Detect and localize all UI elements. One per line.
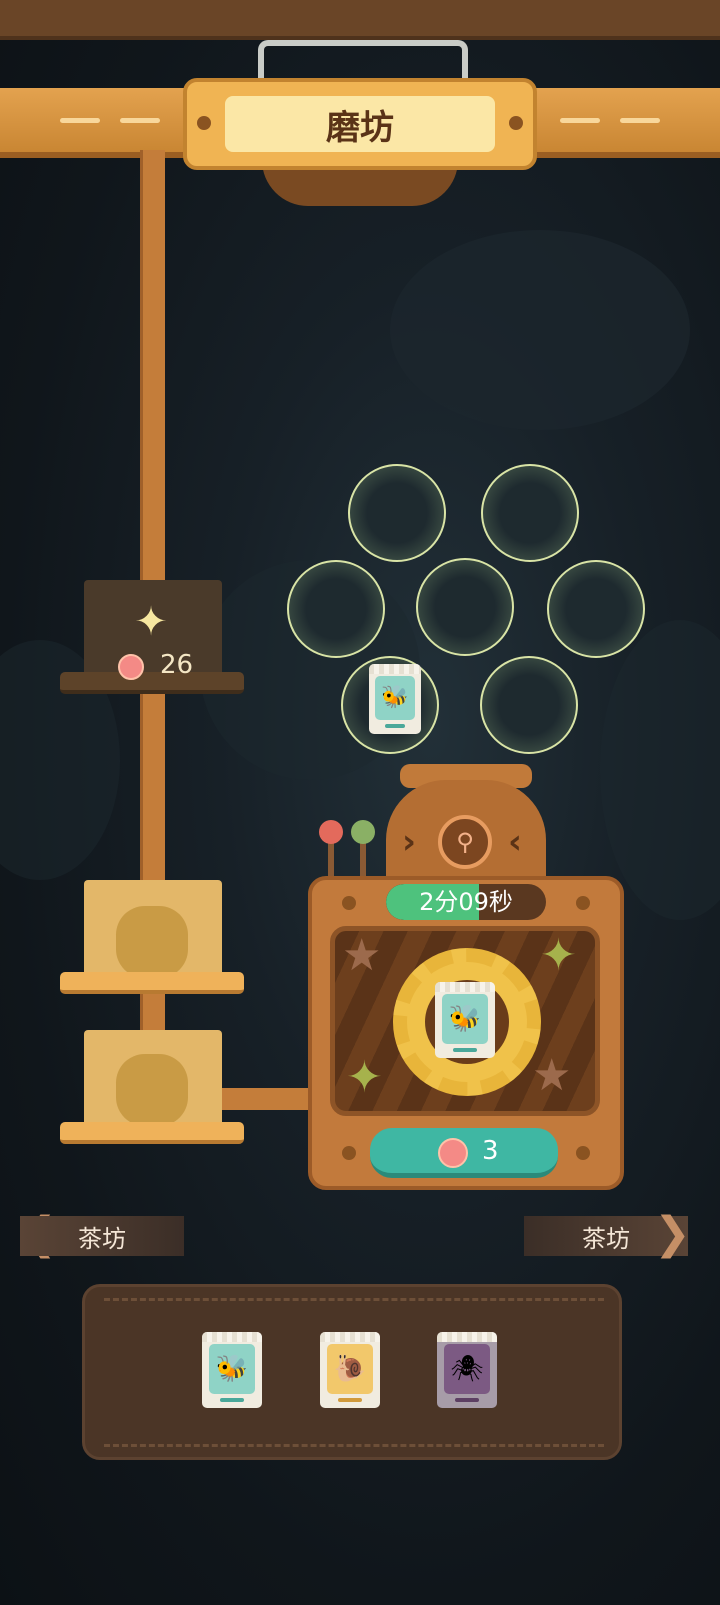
bee-icon: 🐝 — [215, 1354, 249, 1384]
red-knob — [319, 820, 343, 844]
bee-icon: 🐝 — [381, 685, 409, 710]
tray-stitch — [104, 1444, 604, 1447]
page-title: 磨坊 — [225, 96, 495, 152]
queue-slot[interactable] — [481, 464, 579, 562]
bin-shelf — [60, 972, 244, 994]
chevron-left-icon: ‹ — [508, 822, 523, 862]
rail-dash — [620, 118, 660, 123]
background-house — [600, 620, 720, 920]
screw-icon — [576, 1146, 590, 1160]
nav-left-tab[interactable]: 茶坊 — [20, 1216, 184, 1256]
queue-slot[interactable] — [416, 558, 514, 656]
screw-icon — [509, 116, 523, 130]
screw-icon — [576, 896, 590, 910]
queue-slot[interactable] — [547, 560, 645, 658]
tray-stitch — [104, 1298, 604, 1301]
flower-coin-icon — [118, 654, 144, 680]
game-scene: 磨坊 ✦ 26 🐝 › ‹ ⚲ 2分09秒 ★ ✦ ✦ ★ 🐝 3 茶坊 茶坊 … — [0, 0, 720, 1605]
star-decoration-icon: ✦ — [346, 1052, 383, 1103]
snail-icon: 🐌 — [333, 1354, 367, 1384]
queue-slot[interactable] — [287, 560, 385, 658]
spider-icon: 🕷 — [450, 1354, 484, 1384]
screw-icon — [342, 896, 356, 910]
top-wood-beam — [0, 0, 720, 40]
rail-dash — [120, 118, 160, 123]
bin-unlock-cost: 26 — [160, 650, 194, 680]
star-decoration-icon: ✦ — [540, 930, 577, 981]
screw-icon — [342, 1146, 356, 1160]
queue-slot[interactable] — [348, 464, 446, 562]
timer-text: 2分09秒 — [419, 888, 513, 916]
flower-coin-icon — [438, 1138, 468, 1168]
sparkle-icon: ✦ — [134, 599, 168, 645]
background-house — [390, 230, 690, 430]
top-banner: 磨坊 — [0, 0, 720, 206]
star-decoration-icon: ★ — [342, 930, 382, 981]
speedup-cost: 3 — [482, 1136, 499, 1166]
spinner-dial-icon: ⚲ — [438, 815, 492, 869]
progress-timer: 2分09秒 — [386, 884, 546, 920]
star-decoration-icon: ★ — [532, 1050, 572, 1101]
flower-placeholder-icon — [116, 1054, 188, 1126]
rail-dash — [60, 118, 100, 123]
flower-placeholder-icon — [116, 906, 188, 978]
speedup-cost-button[interactable]: 3 — [370, 1128, 558, 1178]
snail-seed-packet[interactable]: 🐌 — [320, 1332, 380, 1408]
bin-shelf — [60, 672, 244, 694]
bin-shelf — [60, 1122, 244, 1144]
green-knob — [351, 820, 375, 844]
queue-slot[interactable] — [480, 656, 578, 754]
bee-seed-packet[interactable]: 🐝 — [369, 664, 421, 734]
arrow-right-icon[interactable]: ❯ — [654, 1212, 691, 1256]
bee-seed-packet[interactable]: 🐝 — [202, 1332, 262, 1408]
processing-item: 🐝 — [435, 982, 495, 1058]
rail-dash — [560, 118, 600, 123]
chevron-right-icon: › — [402, 822, 417, 862]
title-plate: 磨坊 — [183, 78, 537, 170]
spider-seed-packet[interactable]: 🕷 — [437, 1332, 497, 1408]
screw-icon — [197, 116, 211, 130]
bee-icon: 🐝 — [448, 1004, 482, 1034]
